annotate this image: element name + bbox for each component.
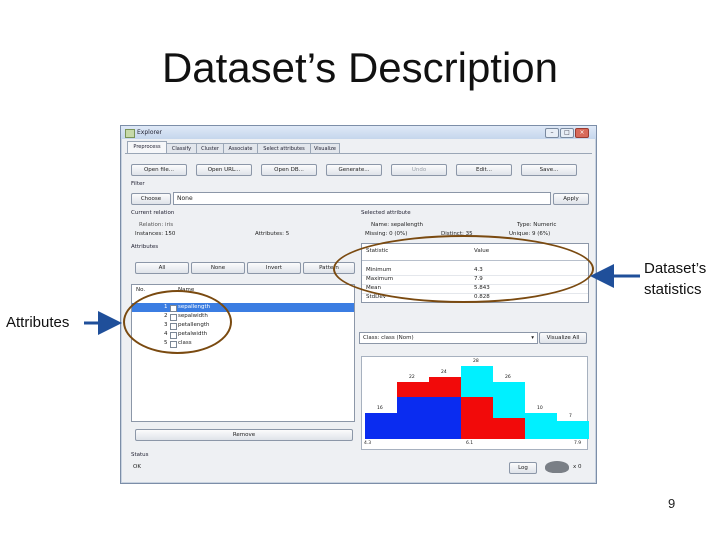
attributes-annotation: Attributes <box>6 314 70 331</box>
page-number: 9 <box>668 496 676 511</box>
statistics-annotation: Dataset’s statistics <box>644 260 707 298</box>
annotation-arrows <box>84 264 640 335</box>
